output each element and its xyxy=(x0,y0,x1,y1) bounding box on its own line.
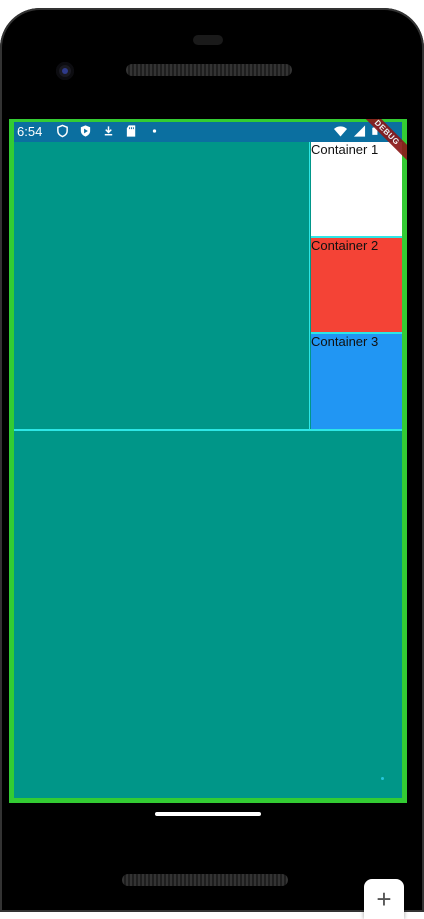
signal-icon xyxy=(353,125,366,137)
sd-card-icon xyxy=(126,125,136,137)
container-1: Container 1 xyxy=(311,142,402,238)
container-3-label: Container 3 xyxy=(311,334,379,349)
status-icons-left xyxy=(56,124,161,138)
front-camera xyxy=(56,62,74,80)
container-3: Container 3 xyxy=(311,334,402,429)
zoom-in-button[interactable]: + xyxy=(364,879,404,919)
download-icon xyxy=(104,126,113,136)
container-2-label: Container 2 xyxy=(311,238,379,253)
earpiece xyxy=(193,35,223,45)
shield-outline-icon xyxy=(57,124,68,138)
tiny-dot xyxy=(381,777,384,780)
bottom-speaker-grille xyxy=(122,874,288,886)
device-screen: 6:54 Container 1 Container 2 Container 3… xyxy=(9,119,407,803)
dot-icon xyxy=(152,129,157,133)
status-bar: 6:54 xyxy=(14,122,402,142)
app-body: Container 1 Container 2 Container 3 xyxy=(14,142,402,798)
status-time: 6:54 xyxy=(17,124,43,139)
wifi-icon xyxy=(334,126,347,137)
phone-frame: 6:54 Container 1 Container 2 Container 3… xyxy=(0,8,424,912)
top-row: Container 1 Container 2 Container 3 xyxy=(14,142,402,431)
container-1-label: Container 1 xyxy=(311,142,379,157)
container-2: Container 2 xyxy=(311,238,402,334)
home-indicator[interactable] xyxy=(155,812,261,816)
play-shield-icon xyxy=(80,125,91,137)
left-pane xyxy=(14,142,310,429)
top-speaker-grille xyxy=(126,64,292,76)
